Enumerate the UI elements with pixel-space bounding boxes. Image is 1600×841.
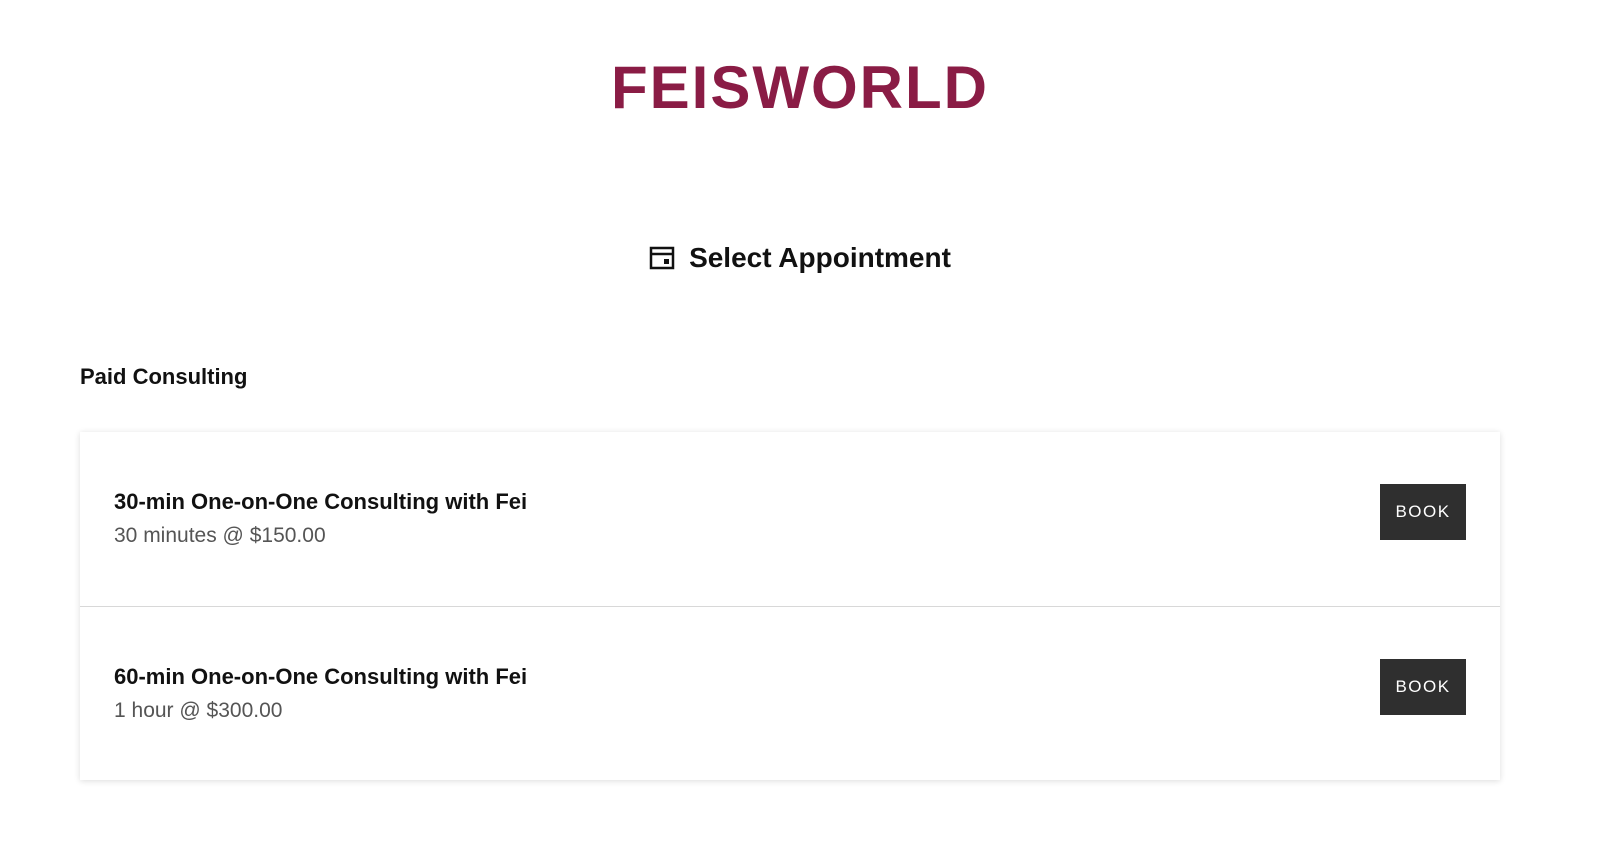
page-title: Select Appointment [689, 242, 951, 273]
brand-logo[interactable]: FEISWORLD [0, 48, 1600, 128]
calendar-icon [649, 245, 675, 271]
appointment-row: 30-min One-on-One Consulting with Fei 30… [80, 432, 1500, 606]
appointment-name: 60-min One-on-One Consulting with Fei [114, 664, 528, 689]
appointment-name: 30-min One-on-One Consulting with Fei [114, 489, 528, 514]
category-title: Paid Consulting [80, 364, 248, 389]
book-button[interactable]: BOOK [1380, 484, 1466, 540]
appointment-list: 30-min One-on-One Consulting with Fei 30… [80, 432, 1500, 780]
appointment-detail: 30 minutes @ $150.00 [114, 524, 326, 547]
appointment-row: 60-min One-on-One Consulting with Fei 1 … [80, 606, 1500, 780]
section-header: Select Appointment [0, 238, 1600, 278]
book-button[interactable]: BOOK [1380, 659, 1466, 715]
appointment-detail: 1 hour @ $300.00 [114, 699, 283, 722]
